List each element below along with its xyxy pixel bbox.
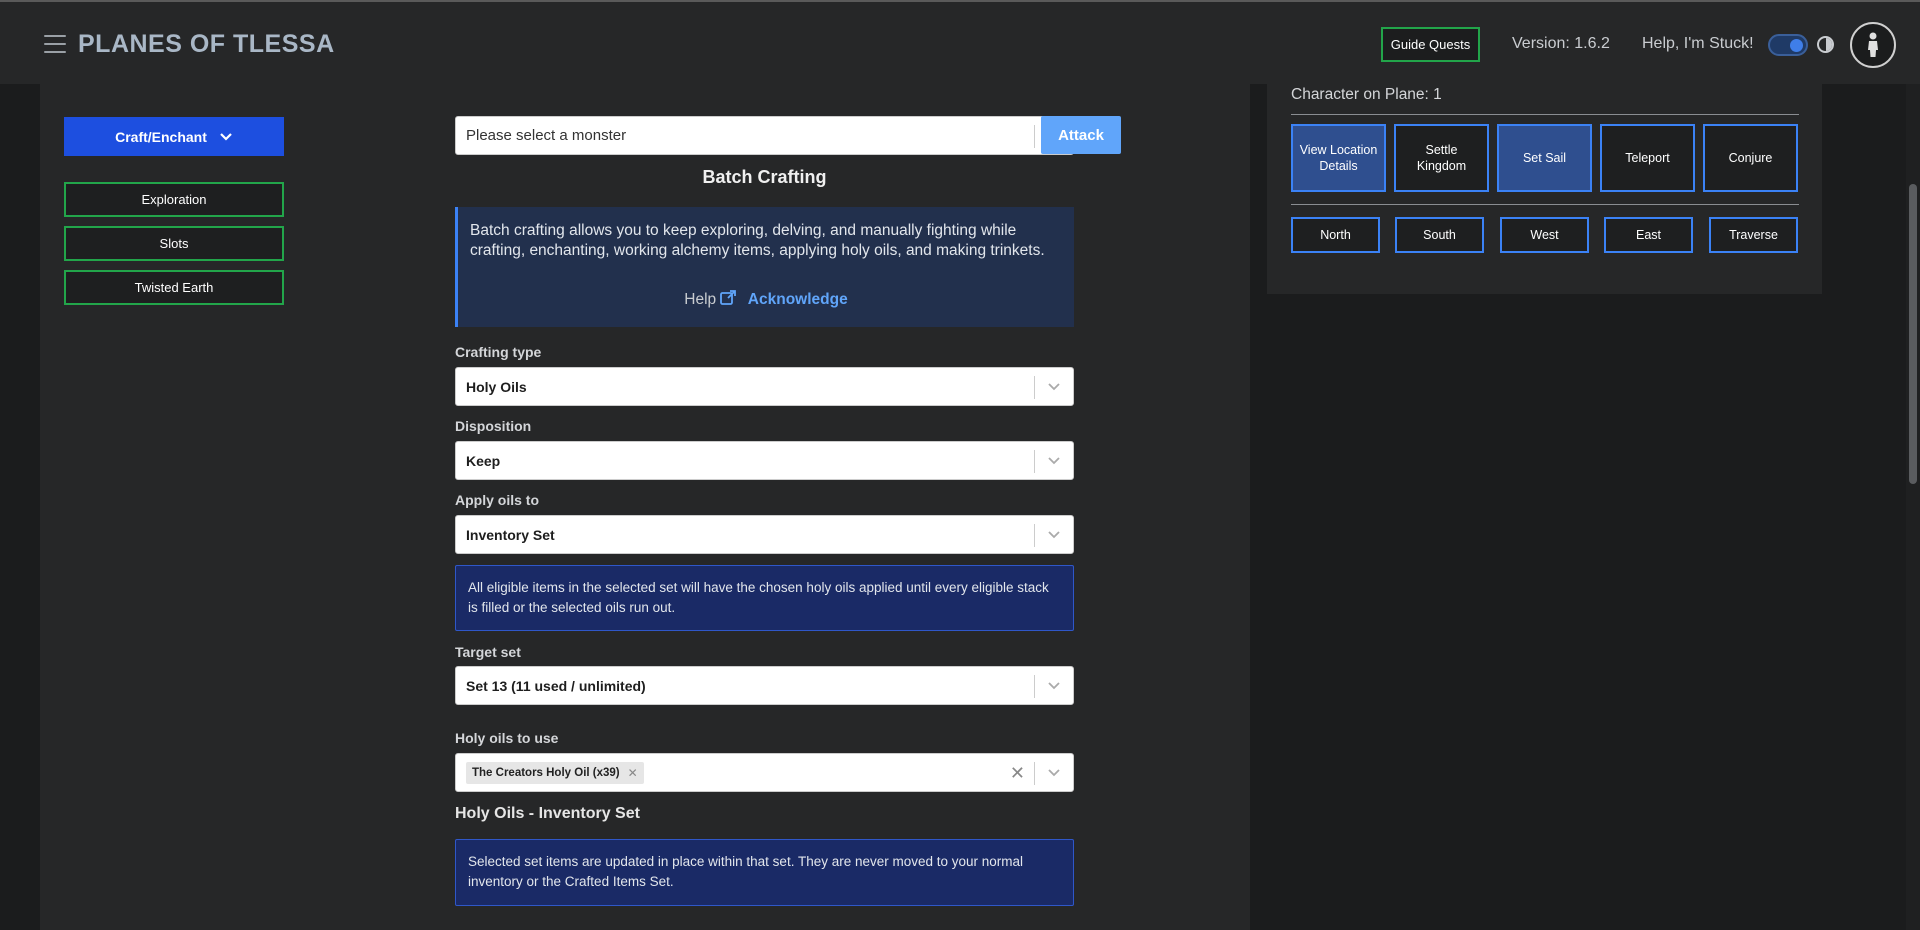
chevron-down-icon: [1048, 457, 1060, 465]
chevron-down-icon: [1048, 531, 1060, 539]
help-link[interactable]: Help: [684, 290, 742, 308]
chevron-down-icon: [220, 132, 232, 141]
guide-quests-button[interactable]: Guide Quests: [1381, 27, 1480, 62]
craft-enchant-button[interactable]: Craft/Enchant: [64, 117, 284, 156]
toggle-knob: [1790, 39, 1803, 52]
version-label[interactable]: Version: 1.6.2: [1512, 35, 1610, 53]
clear-icon[interactable]: ✕: [1010, 763, 1025, 784]
east-button[interactable]: East: [1604, 217, 1693, 253]
holy-oil-chip-label: The Creators Holy Oil (x39): [472, 766, 620, 779]
north-button[interactable]: North: [1291, 217, 1380, 253]
contrast-icon: [1817, 36, 1834, 53]
chevron-down-icon: [1048, 769, 1060, 777]
disposition-label: Disposition: [455, 418, 532, 434]
select-separator: [1034, 376, 1035, 399]
target-set-value: Set 13 (11 used / unlimited): [466, 677, 646, 694]
top-navbar: PLANES OF TLESSA Guide Quests Version: 1…: [0, 0, 1920, 84]
disposition-value: Keep: [466, 452, 501, 469]
help-label: Help: [684, 291, 717, 308]
exploration-button[interactable]: Exploration: [64, 182, 284, 217]
attack-button[interactable]: Attack: [1041, 116, 1121, 154]
crafting-type-value: Holy Oils: [466, 378, 527, 395]
page-scrollbar[interactable]: [1906, 84, 1920, 930]
apply-oils-note: All eligible items in the selected set w…: [455, 565, 1074, 631]
remove-chip-icon[interactable]: ✕: [628, 766, 638, 780]
info-links: Help Acknowledge: [458, 290, 1074, 310]
select-separator: [1034, 524, 1035, 547]
twisted-earth-button[interactable]: Twisted Earth: [64, 270, 284, 305]
batch-info-box: Batch crafting allows you to keep explor…: [455, 207, 1074, 327]
slots-button[interactable]: Slots: [64, 226, 284, 261]
holy-oils-label: Holy oils to use: [455, 730, 559, 746]
person-icon: [1868, 32, 1878, 57]
user-avatar-button[interactable]: [1850, 22, 1896, 68]
select-separator: [1034, 450, 1035, 473]
chevron-down-icon: [1048, 383, 1060, 391]
holy-oils-section-title: Holy Oils - Inventory Set: [455, 805, 640, 822]
monster-select[interactable]: Please select a monster: [455, 116, 1074, 155]
select-separator: [1034, 675, 1035, 698]
select-separator: [1034, 762, 1035, 785]
set-sail-button[interactable]: Set Sail: [1497, 124, 1592, 192]
target-set-select[interactable]: Set 13 (11 used / unlimited): [455, 666, 1074, 705]
set-items-note: Selected set items are updated in place …: [455, 839, 1074, 906]
view-location-details-button[interactable]: View Location Details: [1291, 124, 1386, 192]
monster-select-placeholder: Please select a monster: [466, 127, 627, 144]
app-title[interactable]: PLANES OF TLESSA: [78, 30, 335, 59]
select-separator: [1034, 125, 1035, 148]
batch-crafting-title: Batch Crafting: [702, 167, 827, 187]
south-button[interactable]: South: [1395, 217, 1484, 253]
help-stuck-link[interactable]: Help, I'm Stuck!: [1642, 35, 1754, 53]
holy-oil-chip: The Creators Holy Oil (x39) ✕: [466, 761, 644, 784]
divider: [1291, 204, 1799, 205]
target-set-label: Target set: [455, 644, 521, 660]
theme-toggle[interactable]: [1768, 34, 1808, 56]
teleport-button[interactable]: Teleport: [1600, 124, 1695, 192]
west-button[interactable]: West: [1500, 217, 1589, 253]
chevron-down-icon: [1048, 682, 1060, 690]
disposition-select[interactable]: Keep: [455, 441, 1074, 480]
menu-icon[interactable]: [44, 35, 66, 53]
crafting-type-select[interactable]: Holy Oils: [455, 367, 1074, 406]
scrollbar-thumb[interactable]: [1909, 184, 1917, 484]
conjure-button[interactable]: Conjure: [1703, 124, 1798, 192]
craft-enchant-label: Craft/Enchant: [115, 128, 207, 145]
external-link-icon: [720, 290, 737, 305]
acknowledge-link[interactable]: Acknowledge: [748, 291, 848, 308]
crafting-type-label: Crafting type: [455, 344, 542, 360]
apply-oils-value: Inventory Set: [466, 526, 555, 543]
divider: [1291, 114, 1799, 115]
traverse-button[interactable]: Traverse: [1709, 217, 1798, 253]
holy-oils-multiselect[interactable]: The Creators Holy Oil (x39) ✕ ✕: [455, 753, 1074, 792]
character-plane-text: Character on Plane: 1: [1291, 86, 1442, 103]
apply-oils-select[interactable]: Inventory Set: [455, 515, 1074, 554]
apply-oils-label: Apply oils to: [455, 492, 539, 508]
map-actions-panel: Character on Plane: 1 View Location Deta…: [1267, 84, 1822, 294]
settle-kingdom-button[interactable]: Settle Kingdom: [1394, 124, 1489, 192]
batch-info-text: Batch crafting allows you to keep explor…: [470, 222, 1045, 259]
